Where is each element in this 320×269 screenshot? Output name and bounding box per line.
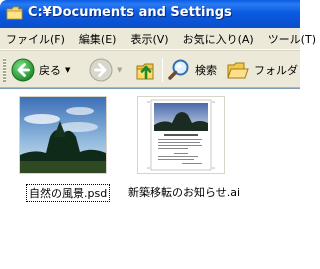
menu-edit[interactable]: 編集(E)	[72, 31, 124, 47]
file-thumbnail[interactable]	[137, 96, 225, 174]
folders-button[interactable]: フォルダ	[226, 56, 298, 84]
explorer-window: C:¥Documents and Settings ファイル(F) 編集(E) …	[0, 0, 316, 269]
menu-file[interactable]: ファイル(F)	[6, 31, 72, 47]
title-bar[interactable]: C:¥Documents and Settings	[0, 0, 300, 28]
back-label: 戻る	[39, 64, 61, 77]
folder-icon	[6, 6, 23, 20]
toolbar: 戻る ▼ ▼ 検索 フォルダ	[0, 50, 300, 88]
file-view[interactable]: 自然の風景.psd 新築移転のお知らせ.ai	[0, 88, 300, 269]
folders-icon	[227, 62, 249, 79]
forward-arrow-icon	[89, 58, 113, 82]
back-arrow-icon	[11, 58, 35, 82]
menu-favorites[interactable]: お気に入り(A)	[176, 31, 261, 47]
toolbar-grip[interactable]	[3, 58, 6, 82]
file-thumbnail[interactable]	[19, 96, 107, 174]
landscape-thumbnail-icon	[20, 97, 106, 173]
back-button[interactable]: 戻る ▼	[11, 56, 70, 84]
menu-bar: ファイル(F) 編集(E) 表示(V) お気に入り(A) ツール(T)	[0, 28, 316, 50]
menu-tools[interactable]: ツール(T)	[261, 31, 320, 47]
folders-label: フォルダ	[254, 64, 298, 77]
file-name[interactable]: 自然の風景.psd	[26, 184, 111, 202]
search-label: 検索	[195, 64, 217, 77]
back-dropdown-icon[interactable]: ▼	[65, 66, 70, 74]
file-name[interactable]: 新築移転のお知らせ.ai	[128, 184, 240, 200]
document-thumbnail-icon	[138, 97, 224, 173]
up-folder-button[interactable]	[134, 56, 158, 84]
search-icon	[168, 59, 189, 80]
forward-button[interactable]: ▼	[89, 56, 122, 84]
window-title: C:¥Documents and Settings	[28, 5, 232, 20]
forward-dropdown-icon[interactable]: ▼	[117, 66, 122, 74]
menu-view[interactable]: 表示(V)	[123, 31, 175, 47]
toolbar-separator	[162, 58, 163, 82]
up-folder-icon	[136, 63, 154, 80]
search-button[interactable]: 検索	[167, 56, 217, 84]
